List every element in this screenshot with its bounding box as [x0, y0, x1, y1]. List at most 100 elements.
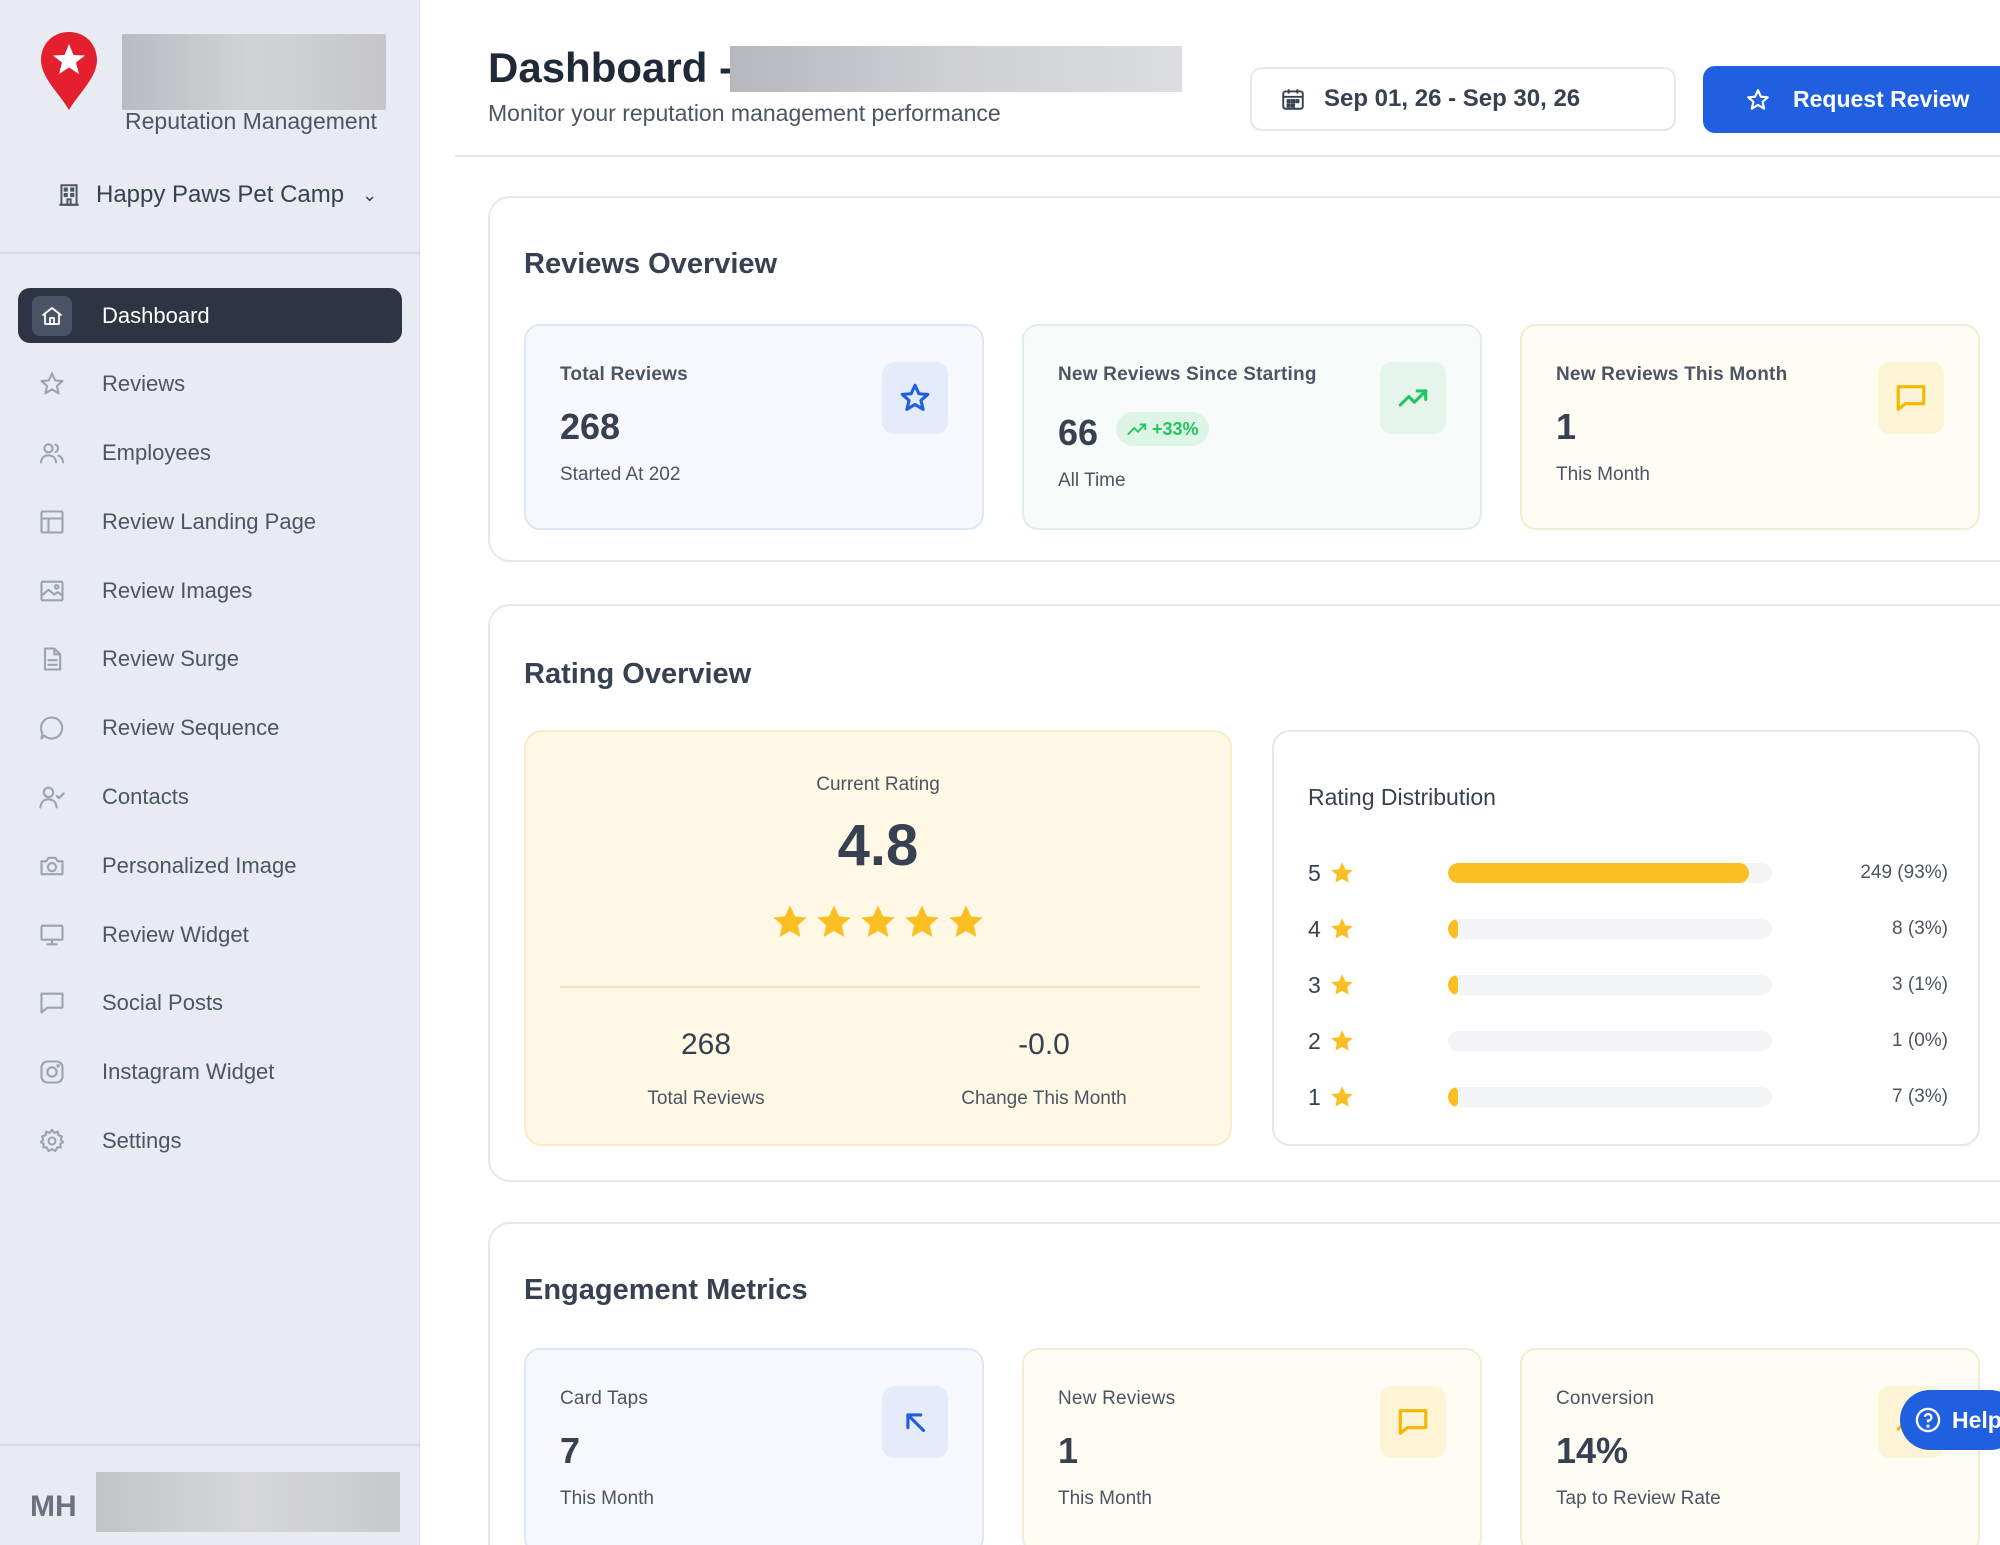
- rating-stars: [526, 902, 1230, 942]
- card-note: This Month: [1556, 464, 1650, 485]
- location-name: Happy Paws Pet Camp: [96, 181, 345, 208]
- user-footer[interactable]: MH: [0, 1444, 420, 1545]
- card-note: Tap to Review Rate: [1556, 1488, 1721, 1509]
- sidebar-item-review-surge[interactable]: Review Surge: [18, 632, 402, 687]
- help-button[interactable]: Help: [1900, 1390, 2000, 1450]
- building-icon: [59, 184, 79, 206]
- message-square-icon: [1878, 362, 1944, 434]
- rating-overview-section: Rating Overview Current Rating 4.8 268 T…: [488, 604, 2000, 1182]
- card-note: This Month: [1058, 1488, 1152, 1509]
- sidebar-item-reviews[interactable]: Reviews: [18, 357, 402, 412]
- sidebar-item-label: Review Surge: [102, 646, 239, 672]
- trending-up-icon: [1380, 362, 1446, 434]
- star-level-label: 2: [1308, 1027, 1321, 1054]
- star-icon: [1330, 1030, 1353, 1051]
- distribution-row: 4 8 (3%): [1308, 912, 1948, 946]
- distribution-bar: [1448, 863, 1772, 883]
- arrow-up-left-icon: [882, 1386, 948, 1458]
- growth-badge: +33%: [1116, 412, 1209, 446]
- sidebar-item-label: Instagram Widget: [102, 1059, 275, 1085]
- stat-value: 268: [680, 1028, 732, 1061]
- distribution-row: 1 7 (3%): [1308, 1080, 1948, 1114]
- sidebar-item-review-widget[interactable]: Review Widget: [18, 907, 402, 962]
- sidebar-item-review-sequence[interactable]: Review Sequence: [18, 701, 402, 756]
- request-review-label: Request Review: [1793, 86, 1970, 112]
- distribution-row: 3 3 (1%): [1308, 968, 1948, 1002]
- sidebar-item-label: Review Sequence: [102, 715, 280, 741]
- sidebar-item-employees[interactable]: Employees: [18, 426, 402, 481]
- sidebar-item-label: Personalized Image: [102, 852, 297, 878]
- calendar-icon: [1282, 89, 1304, 110]
- sidebar-item-contacts[interactable]: Contacts: [18, 770, 402, 825]
- star-level: 1: [1308, 1084, 1378, 1111]
- card-value: 7: [560, 1430, 581, 1471]
- sidebar-item-label: Reviews: [102, 371, 186, 397]
- star-level-label: 4: [1308, 915, 1321, 942]
- sidebar-item-settings[interactable]: Settings: [18, 1114, 402, 1169]
- home-icon: [32, 295, 72, 336]
- user-name-redacted: [96, 1472, 400, 1532]
- rating-star-icon: [949, 905, 983, 937]
- star-icon: [1747, 88, 1769, 110]
- help-circle-icon: [1915, 1407, 1941, 1433]
- file-text-icon: [36, 643, 68, 675]
- engagement-metrics-section: Engagement Metrics Card Taps 7 This Mont…: [488, 1222, 2000, 1545]
- card-label: New Reviews Since Starting: [1058, 364, 1317, 385]
- sidebar-item-label: Dashboard: [102, 302, 210, 328]
- rating-star-icon: [861, 905, 895, 937]
- card-taps-card: Card Taps 7 This Month: [524, 1348, 984, 1545]
- rating-star-icon: [817, 905, 851, 937]
- sidebar-item-social-posts[interactable]: Social Posts: [18, 976, 402, 1031]
- distribution-title: Rating Distribution: [1308, 784, 1496, 810]
- star-level-label: 5: [1308, 859, 1321, 886]
- card-value: 66: [1058, 412, 1099, 453]
- date-range-picker[interactable]: Sep 01, 26 - Sep 30, 26: [1250, 67, 1676, 131]
- stat-label: Total Reviews: [647, 1088, 765, 1109]
- distribution-bar: [1448, 1087, 1772, 1107]
- distribution-count: 249 (93%): [1860, 862, 1948, 883]
- distribution-count: 3 (1%): [1892, 974, 1948, 995]
- chevron-down-icon: ⌄: [362, 184, 378, 205]
- image-icon: [36, 575, 68, 607]
- total-reviews-stat: 268 Total Reviews: [556, 1028, 856, 1110]
- distribution-bar: [1448, 975, 1772, 995]
- card-note: This Month: [560, 1488, 654, 1509]
- star-level: 4: [1308, 916, 1378, 943]
- sidebar-item-label: Review Landing Page: [102, 508, 317, 534]
- request-review-button[interactable]: Request Review: [1703, 66, 2000, 133]
- new-reviews-since-starting-card: New Reviews Since Starting 66 +33% All T…: [1022, 324, 1482, 530]
- message-square-icon: [36, 987, 68, 1019]
- map-pin-logo-icon[interactable]: [38, 30, 100, 112]
- sidebar-item-review-landing-page[interactable]: Review Landing Page: [18, 494, 402, 549]
- star-level-label: 3: [1308, 971, 1321, 998]
- distribution-row: 2 1 (0%): [1308, 1024, 1948, 1058]
- rating-distribution-card: Rating Distribution 5 249 (93%) 4 8 (3%) 3 3 …: [1272, 730, 1980, 1146]
- current-rating-value: 4.8: [837, 813, 919, 878]
- location-selector[interactable]: Happy Paws Pet Camp ⌄: [56, 181, 377, 209]
- page-header: Dashboard - Monitor your reputation mana…: [455, 0, 2000, 157]
- layout-icon: [36, 506, 68, 538]
- star-level: 5: [1308, 860, 1378, 887]
- star-level-label: 1: [1308, 1083, 1321, 1110]
- sidebar-item-review-images[interactable]: Review Images: [18, 563, 402, 618]
- star-icon: [1330, 974, 1353, 995]
- sidebar-item-dashboard[interactable]: Dashboard: [18, 288, 402, 343]
- instagram-icon: [36, 1056, 68, 1088]
- sidebar-item-instagram-widget[interactable]: Instagram Widget: [18, 1045, 402, 1100]
- page-subtitle: Monitor your reputation management perfo…: [488, 100, 1001, 126]
- star-icon: [1330, 918, 1353, 939]
- card-value: 1: [1058, 1430, 1079, 1471]
- sidebar-item-personalized-image[interactable]: Personalized Image: [18, 838, 402, 893]
- monitor-icon: [36, 919, 68, 951]
- divider: [560, 986, 1200, 988]
- sidebar-item-label: Contacts: [102, 784, 189, 810]
- star-level: 2: [1308, 1028, 1378, 1055]
- page-title: Dashboard -: [488, 44, 734, 91]
- sidebar-nav: Dashboard Reviews Employees Review Landi…: [18, 288, 402, 1182]
- section-title: Reviews Overview: [524, 248, 778, 280]
- trending-up-icon: [1127, 423, 1147, 436]
- distribution-bar-fill: [1448, 975, 1458, 995]
- new-reviews-this-month-card: New Reviews This Month 1 This Month: [1520, 324, 1980, 530]
- card-label: New Reviews This Month: [1556, 364, 1788, 385]
- brand-name-redacted: [122, 34, 386, 110]
